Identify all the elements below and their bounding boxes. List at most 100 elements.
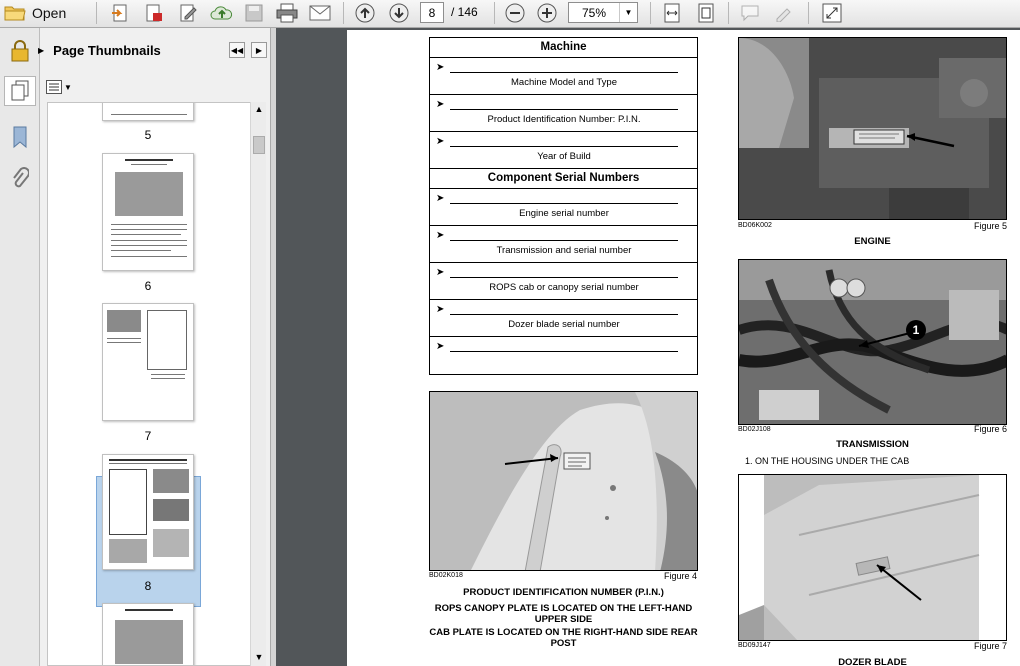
previous-page-button[interactable]: [352, 2, 378, 24]
thumbnail-page-7[interactable]: [102, 303, 194, 421]
figure-4-photo: [429, 391, 698, 571]
thumbnail-list: 5 6 7 8: [47, 102, 251, 666]
row-caption: Machine Model and Type: [511, 77, 617, 88]
table-row: ➤ Dozer blade serial number: [430, 300, 697, 337]
scroll-thumb[interactable]: [253, 136, 265, 154]
next-page-button[interactable]: [386, 2, 412, 24]
save-button[interactable]: [242, 2, 266, 24]
figure-6-note: 1. ON THE HOUSING UNDER THE CAB: [745, 456, 910, 466]
minus-circle-icon: [505, 3, 525, 23]
zoom-select[interactable]: 75% ▼: [568, 2, 638, 23]
arrow-bullet-icon: ➤: [436, 341, 445, 352]
zoom-out-button[interactable]: [502, 2, 528, 24]
speech-bubble-icon: [741, 5, 759, 22]
fit-page-icon: [698, 3, 714, 23]
figure-4-note-2: CAB PLATE IS LOCATED ON THE RIGHT-HAND S…: [429, 627, 698, 649]
arrow-up-circle-icon: [355, 3, 375, 23]
table-row: ➤ Engine serial number: [430, 189, 697, 226]
figure-5-code: BD06K002: [738, 222, 772, 229]
fit-width-button[interactable]: [660, 2, 684, 24]
create-pdf-button[interactable]: [108, 2, 132, 24]
document-page: Machine ➤ Machine Model and Type ➤ Product…: [347, 30, 1020, 666]
zoom-value: 75%: [581, 5, 607, 20]
figure-4-code: BD02K018: [429, 572, 463, 579]
edit-button[interactable]: [176, 2, 200, 24]
figure-5-title: ENGINE: [854, 236, 891, 247]
open-button[interactable]: Open: [4, 2, 80, 24]
zoom-in-button[interactable]: [534, 2, 560, 24]
arrow-bullet-icon: ➤: [436, 99, 445, 110]
machine-header: Machine: [430, 38, 697, 58]
figure-7-title: DOZER BLADE: [838, 657, 907, 666]
scroll-up-icon[interactable]: ▲: [251, 104, 267, 118]
figure-4-note-1: ROPS CANOPY PLATE IS LOCATED ON THE LEFT…: [434, 603, 693, 625]
envelope-icon: [309, 5, 331, 21]
arrow-bullet-icon: ➤: [436, 62, 445, 73]
page-total: / 146: [451, 5, 478, 19]
page-thumbnails-tab[interactable]: [4, 76, 36, 106]
pen-sign-icon: [776, 8, 791, 22]
figure-6-title: TRANSMISSION: [836, 439, 909, 450]
bookmark-icon: [13, 126, 27, 149]
figure-4-number: Figure 4: [663, 571, 697, 581]
table-row: ➤ Machine Model and Type: [430, 58, 697, 95]
toolbar: Open 8 / 146 75% ▼: [0, 0, 1020, 28]
thumbnail-label-6: 6: [144, 279, 152, 293]
thumbnail-page-8[interactable]: [102, 454, 194, 570]
thumbnail-page-5[interactable]: [102, 103, 194, 121]
figure-6-code: BD02J108: [738, 426, 771, 433]
folder-icon: [4, 6, 26, 21]
lock-icon: [11, 40, 29, 62]
security-button[interactable]: [4, 36, 36, 66]
print-button[interactable]: [274, 2, 300, 24]
thumbnail-page-6[interactable]: [102, 153, 194, 271]
row-caption: Dozer blade serial number: [508, 319, 620, 330]
export-pdf-button[interactable]: [142, 2, 166, 24]
component-header: Component Serial Numbers: [430, 169, 697, 189]
plus-circle-icon: [537, 3, 557, 23]
double-left-arrow-icon: ◀◀: [230, 45, 244, 55]
scroll-down-icon[interactable]: ▼: [251, 652, 267, 664]
thumbnail-options-button[interactable]: ▼: [46, 78, 72, 96]
expand-panel-button[interactable]: ▶: [251, 42, 267, 58]
export-pdf-icon: [146, 4, 162, 22]
sign-button[interactable]: [772, 2, 796, 24]
figure-6-number: Figure 6: [973, 424, 1007, 434]
panel-title: Page Thumbnails: [53, 42, 161, 58]
row-caption: Transmission and serial number: [496, 245, 632, 256]
table-row: ➤ Product Identification Number: P.I.N.: [430, 95, 697, 132]
serial-number-table: Machine ➤ Machine Model and Type ➤ Product…: [429, 37, 698, 375]
comment-button[interactable]: [738, 2, 762, 24]
chevron-down-icon[interactable]: ▼: [619, 3, 637, 22]
thumbnail-page-9[interactable]: [102, 603, 194, 665]
thumbnail-scrollbar[interactable]: ▲ ▼: [250, 102, 266, 666]
collapse-panel-button[interactable]: ◀◀: [229, 42, 245, 58]
fullscreen-button[interactable]: [818, 2, 846, 24]
create-pdf-icon: [112, 4, 127, 22]
open-label: Open: [32, 5, 67, 21]
row-caption: Product Identification Number: P.I.N.: [487, 114, 641, 125]
paperclip-icon: [13, 167, 29, 188]
upload-button[interactable]: [208, 2, 236, 24]
email-button[interactable]: [306, 2, 334, 24]
pages-icon: [11, 80, 29, 101]
bookmarks-tab[interactable]: [4, 122, 36, 152]
table-row: ➤ Transmission and serial number: [430, 226, 697, 263]
attachments-tab[interactable]: [4, 164, 36, 194]
figure-4-title: PRODUCT IDENTIFICATION NUMBER (P.I.N.): [463, 587, 664, 598]
thumbnail-label-8: 8: [144, 579, 152, 593]
arrow-bullet-icon: ➤: [436, 230, 445, 241]
figure-6-callout: 1: [913, 323, 920, 337]
table-row: ➤ ROPS cab or canopy serial number: [430, 263, 697, 300]
page-number-input[interactable]: 8: [420, 2, 444, 23]
figure-5-number: Figure 5: [973, 221, 1007, 231]
pencil-page-icon: [180, 4, 197, 22]
options-list-icon: [46, 80, 62, 94]
fit-page-button[interactable]: [694, 2, 718, 24]
panel-splitter[interactable]: [271, 28, 276, 666]
expand-icon: [822, 3, 842, 23]
arrow-bullet-icon: ➤: [436, 136, 445, 147]
figure-5-photo: [738, 37, 1007, 220]
collapse-arrow-icon[interactable]: ▶: [38, 46, 44, 55]
figure-7-photo: [738, 474, 1007, 641]
